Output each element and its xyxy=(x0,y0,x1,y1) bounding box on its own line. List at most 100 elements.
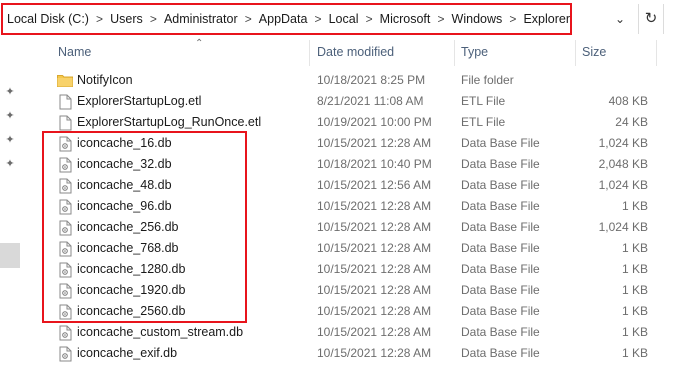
file-date-modified: 8/21/2021 11:08 AM xyxy=(317,94,424,108)
file-date-modified: 10/15/2021 12:28 AM xyxy=(317,241,432,255)
navigation-scrollbar-thumb[interactable] xyxy=(0,243,20,268)
file-type: Data Base File xyxy=(461,262,540,276)
file-type: Data Base File xyxy=(461,220,540,234)
file-type: Data Base File xyxy=(461,304,540,318)
file-name: iconcache_exif.db xyxy=(77,346,178,360)
file-row[interactable]: iconcache_2560.db 10/15/2021 12:28 AM Data… xyxy=(20,301,682,322)
column-divider[interactable] xyxy=(656,40,657,66)
pin-icon[interactable]: ✦ xyxy=(4,158,16,170)
breadcrumb-item[interactable]: Windows xyxy=(452,12,503,26)
column-header-date-modified[interactable]: Date modified xyxy=(317,45,394,61)
file-size: 24 KB xyxy=(615,115,648,129)
file-name: ExplorerStartupLog_RunOnce.etl xyxy=(77,115,262,129)
breadcrumb-item[interactable]: Local xyxy=(329,12,359,26)
file-name: iconcache_1920.db xyxy=(77,283,186,297)
breadcrumb-item[interactable]: AppData xyxy=(259,12,308,26)
file-row[interactable]: iconcache_256.db 10/15/2021 12:28 AM Data … xyxy=(20,217,682,238)
chevron-down-icon[interactable]: ⌄ xyxy=(610,9,630,29)
breadcrumb-separator-icon[interactable]: > xyxy=(89,12,110,26)
refresh-icon[interactable]: ↻ xyxy=(638,4,664,34)
file-row[interactable]: iconcache_96.db 10/15/2021 12:28 AM Data B… xyxy=(20,196,682,217)
file-row[interactable]: iconcache_exif.db 10/15/2021 12:28 AM Data… xyxy=(20,343,682,364)
file-date-modified: 10/15/2021 12:28 AM xyxy=(317,304,432,318)
column-header-size[interactable]: Size xyxy=(582,45,606,61)
file-date-modified: 10/15/2021 12:28 AM xyxy=(317,325,432,339)
file-size: 1,024 KB xyxy=(598,178,648,192)
file-row[interactable]: ExplorerStartupLog.etl 8/21/2021 11:08 AM… xyxy=(20,91,682,112)
file-row[interactable]: iconcache_768.db 10/15/2021 12:28 AM Data … xyxy=(20,238,682,259)
file-row[interactable]: NotifyIcon 10/18/2021 8:25 PM File folder xyxy=(20,70,682,91)
file-date-modified: 10/15/2021 12:28 AM xyxy=(317,220,432,234)
file-row[interactable]: iconcache_48.db 10/15/2021 12:56 AM Data B… xyxy=(20,175,682,196)
file-name: iconcache_96.db xyxy=(77,199,172,213)
breadcrumb-item[interactable]: Local Disk (C:) xyxy=(7,12,89,26)
file-date-modified: 10/15/2021 12:28 AM xyxy=(317,262,432,276)
breadcrumb-separator-icon[interactable]: > xyxy=(430,12,451,26)
file-name: iconcache_256.db xyxy=(77,220,179,234)
pin-icon[interactable]: ✦ xyxy=(4,86,16,98)
db-file-icon xyxy=(59,220,72,236)
file-name: iconcache_custom_stream.db xyxy=(77,325,244,339)
breadcrumb-separator-icon[interactable]: > xyxy=(238,12,259,26)
db-file-icon xyxy=(59,262,72,278)
breadcrumb-separator-icon[interactable]: > xyxy=(307,12,328,26)
column-divider[interactable] xyxy=(309,40,310,66)
file-size: 408 KB xyxy=(608,94,648,108)
file-size: 1,024 KB xyxy=(598,220,648,234)
file-row[interactable]: iconcache_custom_stream.db 10/15/2021 12:… xyxy=(20,322,682,343)
file-size: 1 KB xyxy=(621,199,648,213)
file-type: Data Base File xyxy=(461,136,540,150)
file-row[interactable]: iconcache_32.db 10/18/2021 10:40 PM Data B… xyxy=(20,154,682,175)
file-icon xyxy=(59,115,72,131)
address-bar-area: Local Disk (C:) > Users > Administrator > AppD… xyxy=(0,0,682,38)
file-type: Data Base File xyxy=(461,157,540,171)
column-header-type[interactable]: Type xyxy=(461,45,488,61)
sort-ascending-icon: ⌃ xyxy=(195,38,204,49)
column-header-name[interactable]: Name xyxy=(58,45,91,61)
breadcrumb-item[interactable]: Microsoft xyxy=(380,12,431,26)
breadcrumb-separator-icon[interactable]: > xyxy=(502,12,523,26)
breadcrumb-separator-icon[interactable]: > xyxy=(359,12,380,26)
breadcrumb-item[interactable]: Explorer xyxy=(523,12,570,26)
file-type: Data Base File xyxy=(461,241,540,255)
file-list: NotifyIcon 10/18/2021 8:25 PM File folder E… xyxy=(20,70,682,364)
file-date-modified: 10/15/2021 12:28 AM xyxy=(317,283,432,297)
file-date-modified: 10/15/2021 12:28 AM xyxy=(317,136,432,150)
file-row[interactable]: iconcache_1280.db 10/15/2021 12:28 AM Data… xyxy=(20,259,682,280)
file-type: ETL File xyxy=(461,94,506,108)
file-type: Data Base File xyxy=(461,325,540,339)
file-type: Data Base File xyxy=(461,178,540,192)
file-row[interactable]: iconcache_1920.db 10/15/2021 12:28 AM Data… xyxy=(20,280,682,301)
file-name: NotifyIcon xyxy=(77,73,133,87)
navigation-pane-edge: ✦ ✦ ✦ ✦ xyxy=(0,38,20,368)
column-divider[interactable] xyxy=(575,40,576,66)
file-row[interactable]: iconcache_16.db 10/15/2021 12:28 AM Data B… xyxy=(20,133,682,154)
column-divider[interactable] xyxy=(454,40,455,66)
file-size: 1 KB xyxy=(621,346,648,360)
breadcrumb-item[interactable]: Administrator xyxy=(164,12,238,26)
file-size: 1 KB xyxy=(621,241,648,255)
file-size: 1 KB xyxy=(621,283,648,297)
pin-icon[interactable]: ✦ xyxy=(4,110,16,122)
file-type: Data Base File xyxy=(461,199,540,213)
file-date-modified: 10/19/2021 10:00 PM xyxy=(317,115,432,129)
breadcrumb[interactable]: Local Disk (C:) > Users > Administrator > AppD… xyxy=(1,3,572,35)
file-name: iconcache_16.db xyxy=(77,136,172,150)
db-file-icon xyxy=(59,157,72,173)
breadcrumb-separator-icon[interactable]: > xyxy=(143,12,164,26)
file-row[interactable]: ExplorerStartupLog_RunOnce.etl 10/19/2021… xyxy=(20,112,682,133)
breadcrumb-item[interactable]: Users xyxy=(110,12,143,26)
file-type: File folder xyxy=(461,73,514,87)
file-name: iconcache_48.db xyxy=(77,178,172,192)
db-file-icon xyxy=(59,304,72,320)
file-name: iconcache_768.db xyxy=(77,241,179,255)
file-date-modified: 10/15/2021 12:28 AM xyxy=(317,346,432,360)
file-type: Data Base File xyxy=(461,346,540,360)
file-date-modified: 10/15/2021 12:56 AM xyxy=(317,178,432,192)
db-file-icon xyxy=(59,178,72,194)
db-file-icon xyxy=(59,346,72,362)
file-size: 1 KB xyxy=(621,262,648,276)
file-date-modified: 10/18/2021 8:25 PM xyxy=(317,73,426,87)
file-icon xyxy=(59,94,72,110)
pin-icon[interactable]: ✦ xyxy=(4,134,16,146)
